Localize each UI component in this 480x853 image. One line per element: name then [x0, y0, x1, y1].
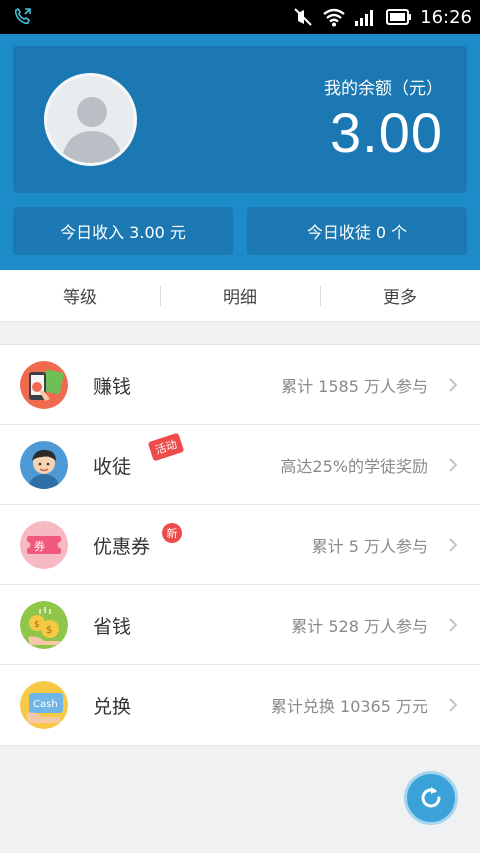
default-avatar-icon: [61, 97, 123, 163]
list-item-save[interactable]: $ $ 省钱 累计 528 万人参与: [0, 585, 480, 665]
earn-money-icon: [20, 361, 68, 409]
list-item-desc: 累计兑换 10365 万元: [270, 697, 428, 716]
phone-call-icon: [14, 7, 31, 25]
account-header: 我的余额（元） 3.00 今日收入 3.00 元 今日收徒 0 个: [0, 34, 480, 270]
chevron-right-icon: [449, 378, 458, 392]
svg-text:$: $: [34, 620, 40, 630]
today-apprentice-button[interactable]: 今日收徒 0 个: [247, 207, 467, 255]
list-item-desc: 累计 528 万人参与: [291, 617, 428, 636]
list-item-desc: 累计 1585 万人参与: [281, 377, 428, 396]
chevron-right-icon: [449, 538, 458, 552]
list-item-title: 省钱: [93, 615, 132, 638]
signal-icon: [355, 10, 374, 26]
coupon-icon: 券: [20, 521, 68, 569]
list-item-exchange[interactable]: Cash 兑换 累计兑换 10365 万元: [0, 665, 480, 745]
clock: 16:26: [420, 6, 472, 28]
chevron-right-icon: [449, 618, 458, 632]
refresh-icon: [421, 787, 441, 808]
balance-card: 我的余额（元） 3.00: [13, 46, 467, 193]
feature-list: 赚钱 累计 1585 万人参与 收徒 活动 高达25%的学徒奖励 券 优惠券 新…: [0, 344, 480, 746]
list-item-title: 兑换: [93, 695, 132, 718]
battery-icon: [386, 9, 412, 25]
balance-value: 3.00: [330, 101, 443, 164]
avatar[interactable]: [44, 73, 137, 166]
save-money-icon: $ $: [20, 601, 68, 649]
refresh-button[interactable]: [404, 771, 458, 825]
apprentice-avatar-icon: [20, 441, 68, 489]
list-item-earn[interactable]: 赚钱 累计 1585 万人参与: [0, 345, 480, 425]
chevron-right-icon: [449, 458, 458, 472]
tab-more[interactable]: 更多: [320, 270, 480, 321]
svg-text:$: $: [46, 625, 52, 636]
list-item-title: 优惠券: [93, 535, 151, 558]
wifi-icon: [323, 8, 345, 27]
list-item-title: 收徒: [93, 455, 132, 478]
cash-card-icon: Cash: [20, 681, 68, 729]
status-bar: 16:26: [0, 0, 480, 34]
tab-details[interactable]: 明细: [160, 270, 320, 321]
tab-bar: 等级 明细 更多: [0, 270, 480, 322]
list-item-apprentice[interactable]: 收徒 活动 高达25%的学徒奖励: [0, 425, 480, 505]
event-badge: 活动: [147, 432, 185, 462]
cash-card-label: Cash: [33, 699, 58, 710]
new-badge: 新: [162, 523, 182, 543]
chevron-right-icon: [449, 698, 458, 712]
list-item-title: 赚钱: [93, 375, 132, 398]
list-item-desc: 累计 5 万人参与: [311, 537, 428, 556]
svg-text:券: 券: [34, 539, 45, 553]
tab-level[interactable]: 等级: [0, 270, 160, 321]
list-item-desc: 高达25%的学徒奖励: [280, 457, 428, 476]
balance-label: 我的余额（元）: [324, 79, 443, 99]
today-income-button[interactable]: 今日收入 3.00 元: [13, 207, 233, 255]
mute-icon: [294, 8, 312, 26]
list-item-coupon[interactable]: 券 优惠券 新 累计 5 万人参与: [0, 505, 480, 585]
